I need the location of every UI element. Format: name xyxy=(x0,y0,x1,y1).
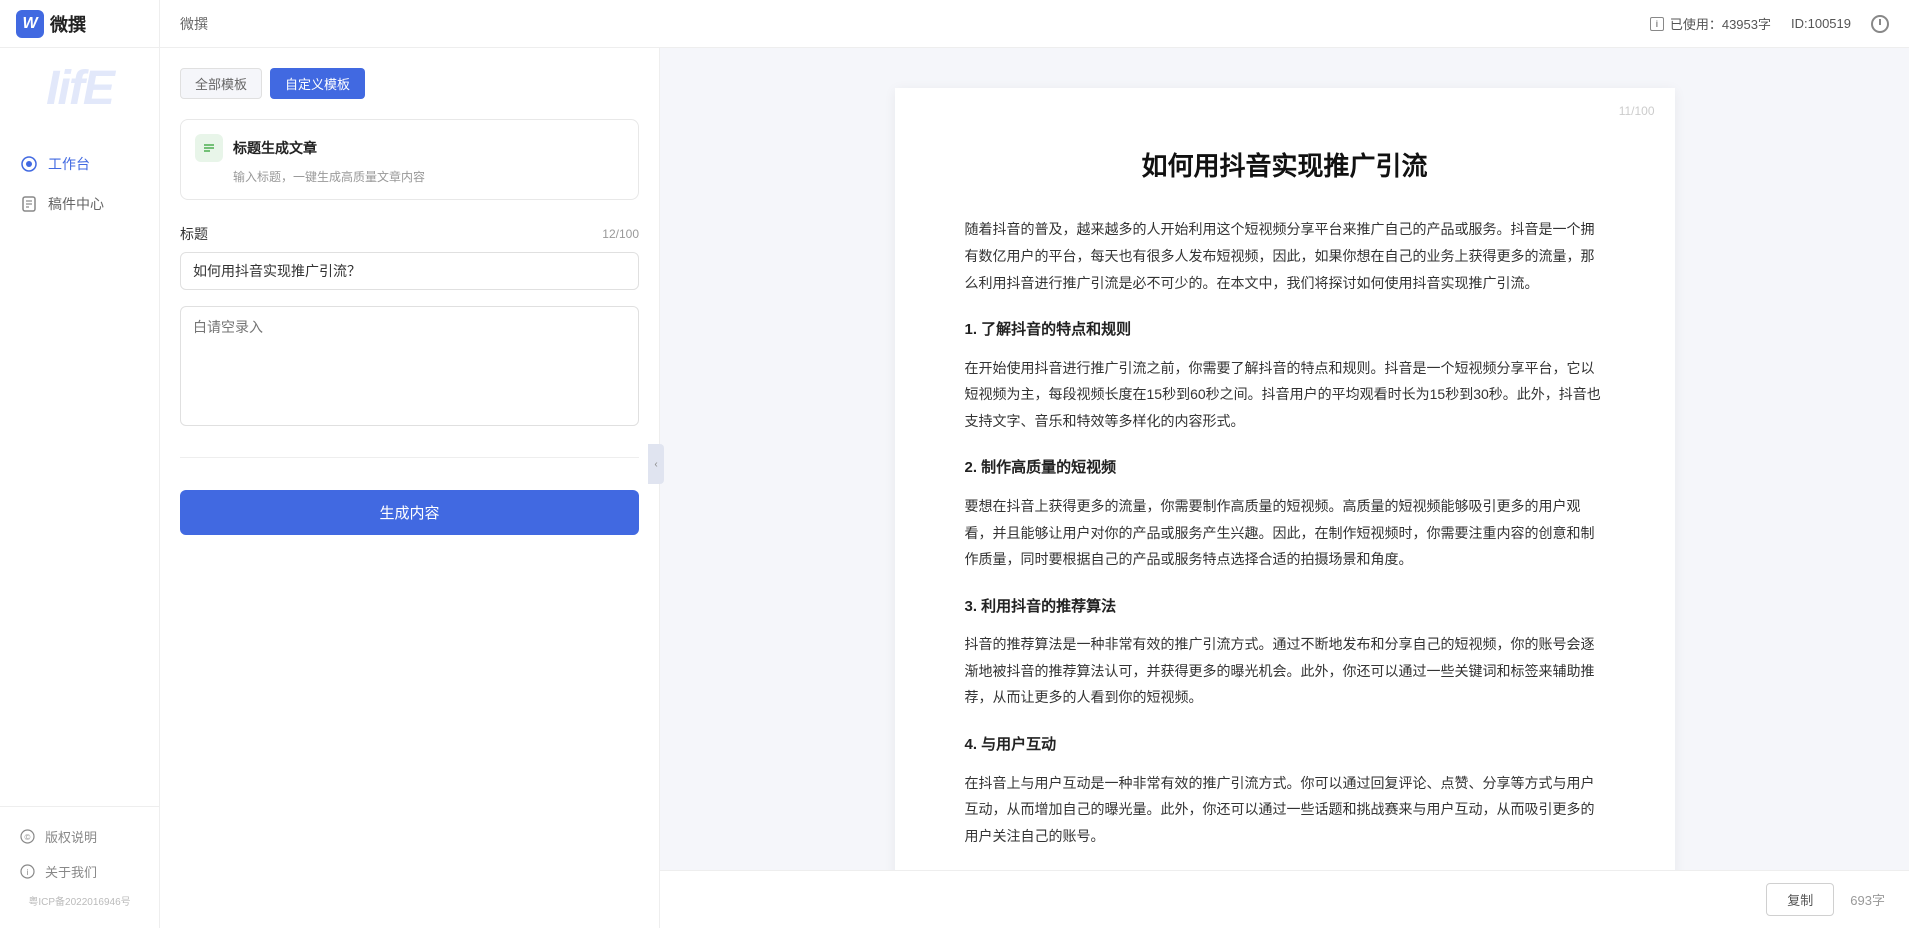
sidebar-bottom: © 版权说明 i 关于我们 粤ICP备2022016946号 xyxy=(0,806,159,928)
word-count: 693字 xyxy=(1850,890,1885,909)
article-footer: 复制 693字 xyxy=(660,870,1909,928)
icp-text: 粤ICP备2022016946号 xyxy=(0,889,159,916)
article-heading-2: 2. 制作高质量的短视频 xyxy=(965,454,1605,483)
right-panel: 11/100 如何用抖音实现推广引流 随着抖音的普及，越来越多的人开始利用这个短… xyxy=(660,48,1909,928)
article-container: 11/100 如何用抖音实现推广引流 随着抖音的普及，越来越多的人开始利用这个短… xyxy=(660,48,1909,870)
sidebar: IifE 工作台 稿件中心 xyxy=(0,0,160,928)
topbar-title: 微撰 xyxy=(180,14,208,34)
sidebar-item-drafts[interactable]: 稿件中心 xyxy=(0,184,159,224)
filter-tabs: 全部模板 自定义模板 xyxy=(180,68,639,99)
article-title: 如何用抖音实现推广引流 xyxy=(965,148,1605,184)
tab-custom-templates[interactable]: 自定义模板 xyxy=(270,68,365,99)
workbench-icon xyxy=(20,155,38,173)
template-icon xyxy=(195,134,223,162)
article-para-2: 要想在抖音上获得更多的流量，你需要制作高质量的短视频。高质量的短视频能够吸引更多… xyxy=(965,493,1605,573)
content-textarea[interactable] xyxy=(180,306,639,426)
page-number: 11/100 xyxy=(1619,104,1655,118)
sidebar-item-about[interactable]: i 关于我们 xyxy=(0,854,159,889)
form-label-row: 标题 12/100 xyxy=(180,224,639,244)
copyright-label: 版权说明 xyxy=(45,827,97,846)
copy-button[interactable]: 复制 xyxy=(1766,883,1834,916)
usage-text: 已使用：43953字 xyxy=(1670,14,1771,33)
article-para-1: 在开始使用抖音进行推广引流之前，你需要了解抖音的特点和规则。抖音是一个短视频分享… xyxy=(965,355,1605,435)
template-card[interactable]: 标题生成文章 输入标题，一键生成高质量文章内容 xyxy=(180,119,639,200)
tab-all-templates[interactable]: 全部模板 xyxy=(180,68,262,99)
about-label: 关于我们 xyxy=(45,862,97,881)
sidebar-decorative-text: IifE xyxy=(46,61,113,116)
template-name: 标题生成文章 xyxy=(233,138,317,158)
article-heading-5: 5. 利用抖音的广告功能 xyxy=(965,869,1605,870)
generate-button[interactable]: 生成内容 xyxy=(180,490,639,535)
drafts-label: 稿件中心 xyxy=(48,194,104,214)
logo-text: 微撰 xyxy=(50,11,86,37)
logo-icon: W xyxy=(16,10,44,38)
svg-text:i: i xyxy=(27,868,29,877)
sidebar-item-workbench[interactable]: 工作台 xyxy=(0,144,159,184)
char-count: 12/100 xyxy=(602,227,639,241)
logo-area: W 微撰 xyxy=(0,0,160,48)
topbar: W 微撰 微撰 i 已使用：43953字 ID:100519 xyxy=(0,0,1909,48)
article-para-3: 抖音的推荐算法是一种非常有效的推广引流方式。通过不断地发布和分享自己的短视频，你… xyxy=(965,631,1605,711)
article-heading-3: 3. 利用抖音的推荐算法 xyxy=(965,593,1605,622)
template-desc: 输入标题，一键生成高质量文章内容 xyxy=(233,168,624,185)
copyright-icon: © xyxy=(20,829,35,844)
sidebar-decorative-area: IifE xyxy=(16,58,143,118)
title-input[interactable] xyxy=(180,252,639,290)
article-heading-1: 1. 了解抖音的特点和规则 xyxy=(965,316,1605,345)
about-icon: i xyxy=(20,864,35,879)
article-body: 随着抖音的普及，越来越多的人开始利用这个短视频分享平台来推广自己的产品或服务。抖… xyxy=(965,216,1605,870)
logout-icon[interactable] xyxy=(1871,15,1889,33)
nav-items: 工作台 稿件中心 xyxy=(0,128,159,806)
divider xyxy=(180,457,639,458)
main-content: 全部模板 自定义模板 标题生成文章 输入标题，一键生成高质量文章内容 xyxy=(160,48,1909,928)
sidebar-item-copyright[interactable]: © 版权说明 xyxy=(0,819,159,854)
article-heading-4: 4. 与用户互动 xyxy=(965,731,1605,760)
form-label: 标题 xyxy=(180,224,208,244)
info-icon: i xyxy=(1650,17,1664,31)
form-section: 标题 12/100 xyxy=(180,224,639,441)
article-page: 11/100 如何用抖音实现推广引流 随着抖音的普及，越来越多的人开始利用这个短… xyxy=(895,88,1675,870)
drafts-icon xyxy=(20,195,38,213)
article-para-0: 随着抖音的普及，越来越多的人开始利用这个短视频分享平台来推广自己的产品或服务。抖… xyxy=(965,216,1605,296)
user-id: ID:100519 xyxy=(1791,16,1851,31)
left-panel: 全部模板 自定义模板 标题生成文章 输入标题，一键生成高质量文章内容 xyxy=(160,48,660,928)
collapse-arrow[interactable]: ‹ xyxy=(648,444,664,484)
svg-text:©: © xyxy=(25,833,31,842)
template-card-header: 标题生成文章 xyxy=(195,134,624,162)
topbar-right: i 已使用：43953字 ID:100519 xyxy=(1650,14,1889,33)
article-para-4: 在抖音上与用户互动是一种非常有效的推广引流方式。你可以通过回复评论、点赞、分享等… xyxy=(965,770,1605,850)
usage-info: i 已使用：43953字 xyxy=(1650,14,1771,33)
workbench-label: 工作台 xyxy=(48,154,90,174)
